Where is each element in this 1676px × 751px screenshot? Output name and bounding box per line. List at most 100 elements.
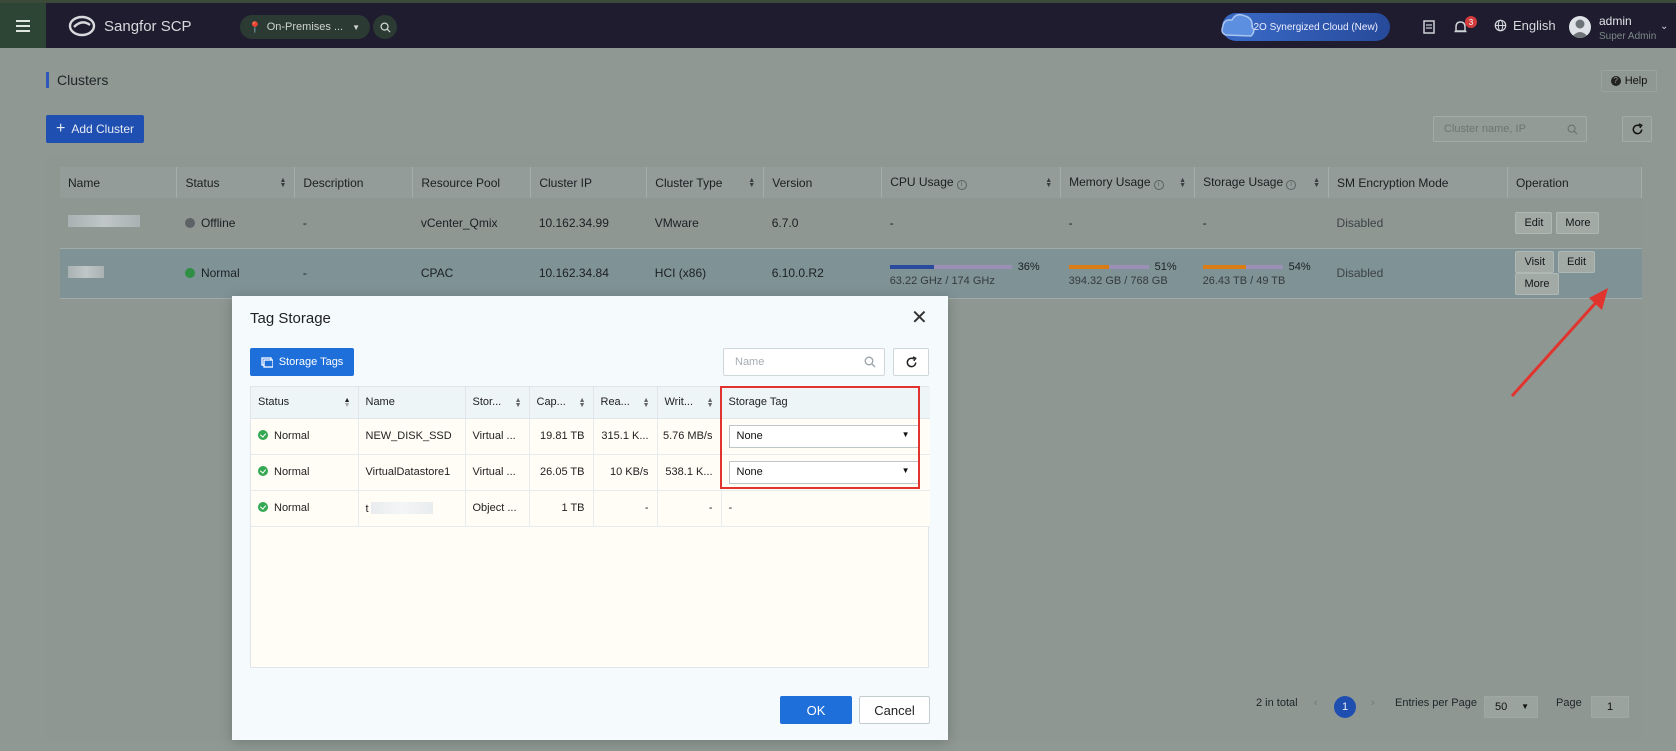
refresh-button[interactable] [893,348,929,376]
cancel-button[interactable]: Cancel [859,696,930,724]
write-cell: - [657,490,722,527]
col-status[interactable]: Status ▲ ▼ [176,167,296,198]
info-icon[interactable]: i [956,180,967,190]
avatar[interactable] [1569,16,1591,38]
name-search-input[interactable]: Name [723,348,885,376]
col-name[interactable]: Name [60,167,178,198]
storage-tag-cell: None ▼ [721,418,930,455]
sort-icon[interactable]: ▲ ▼ [579,397,586,409]
sort-icon[interactable]: ▲ ▼ [748,177,755,189]
table-row[interactable]: Normal - CPAC 10.162.34.84 HCI (x86) 6.1… [60,248,1642,299]
status-cell: Normal [251,418,359,455]
sort-icon[interactable]: ▲ ▼ [1045,177,1052,189]
tag-icon [261,356,273,368]
sort-icon[interactable]: ▲ ▼ [279,177,286,189]
col-storage-type[interactable]: Stor... ▲ ▼ [465,387,530,419]
annotation-arrow-icon [1510,288,1608,398]
col-memory-usage[interactable]: Memory Usage i ▲ ▼ [1060,167,1196,198]
table-row[interactable]: Offline - vCenter_Qmix 10.162.34.99 VMwa… [60,198,1642,249]
add-cluster-label: Add Cluster [71,122,135,136]
visit-button[interactable]: Visit [1515,251,1555,273]
col-storage-usage[interactable]: Storage Usage i ▲ ▼ [1194,167,1330,198]
write-cell: 5.76 MB/s [657,418,722,455]
cluster-ip-cell: 10.162.34.99 [530,198,647,249]
entries-per-page-label: Entries per Page [1395,697,1477,709]
environment-selector[interactable]: 📍 On-Premises ... ▼ [240,15,371,39]
storage-tag-cell: None ▼ [721,454,930,491]
o2o-cloud-button[interactable]: O2O Synergized Cloud (New) [1221,13,1390,41]
storage-tag-select[interactable]: None ▼ [728,424,919,448]
cloud-badge-icon [1221,13,1255,37]
page-number-input[interactable]: 1 [1591,696,1629,718]
ok-button[interactable]: OK [780,696,852,724]
cluster-ip-cell: 10.162.34.84 [530,248,647,299]
page-1-button[interactable]: 1 [1334,696,1356,718]
cpu-cell: - [881,198,1061,249]
clusters-table: Name Status ▲ ▼ Description Resource Pool … [60,167,1643,299]
entries-per-page-select[interactable]: 50 ▼ [1484,696,1538,718]
check-circle-icon [258,430,268,440]
more-button[interactable]: More [1556,211,1600,234]
next-page-icon[interactable]: › [1371,697,1375,709]
col-write[interactable]: Writ... ▲ ▼ [657,387,722,419]
info-icon[interactable]: i [1286,180,1297,190]
col-capacity[interactable]: Cap... ▲ ▼ [529,387,594,419]
cpu-usage-bar [889,264,1012,269]
top-bar: Sangfor SCP 📍 On-Premises ... ▼ O2O Syne… [0,0,1676,48]
storage-tag-select[interactable]: None ▼ [728,460,919,484]
storage-cell: - [1194,198,1329,249]
question-icon: ? [1610,76,1621,86]
name-cell: VirtualDatastore1 [358,454,466,491]
storage-table-container: Status ▲ ▼ Name Stor... ▲ ▼ Cap... ▲ ▼ Rea... ▲… [250,386,930,668]
sort-icon[interactable]: ▲ ▼ [344,397,351,409]
close-icon[interactable]: ✕ [911,308,928,328]
user-role: Super Admin [1599,31,1657,42]
sort-icon[interactable]: ▲ ▼ [1179,177,1186,189]
user-name[interactable]: admin [1599,14,1632,28]
language-selector[interactable]: English [1494,18,1556,33]
add-cluster-button[interactable]: + Add Cluster [46,115,144,143]
page-title: Clusters [46,72,108,88]
check-circle-icon [258,502,268,512]
sort-icon[interactable]: ▲ ▼ [515,397,522,409]
refresh-icon [1632,122,1643,134]
hamburger-menu-button[interactable] [0,3,46,48]
chevron-down-icon[interactable]: ⌄ [1660,21,1668,32]
sort-icon[interactable]: ▲ ▼ [1313,177,1320,189]
col-operation: Operation [1507,167,1643,198]
sort-icon[interactable]: ▲ ▼ [643,397,650,409]
redacted-name [370,501,433,514]
global-search-button[interactable] [373,15,397,39]
info-icon[interactable]: i [1153,180,1164,190]
col-version: Version [763,167,883,198]
col-cluster-type[interactable]: Cluster Type ▲ ▼ [646,167,765,198]
cluster-type-cell: VMware [646,198,764,249]
col-storage-tag: Storage Tag [721,387,930,419]
table-row[interactable]: Normal t Object ... 1 TB - - - [251,490,930,527]
table-row[interactable]: Normal VirtualDatastore1 Virtual ... 26.… [251,454,930,491]
help-button[interactable]: ? Help [1601,70,1657,92]
prev-page-icon[interactable]: ‹ [1314,697,1318,709]
col-sm-encryption: SM Encryption Mode [1328,167,1508,198]
col-status[interactable]: Status ▲ ▼ [251,387,359,419]
capacity-cell: 1 TB [529,490,594,527]
tasks-icon[interactable] [1420,18,1438,36]
status-cell: Offline [176,198,295,249]
table-row[interactable]: Normal NEW_DISK_SSD Virtual ... 19.81 TB… [251,418,930,455]
col-cpu-usage[interactable]: CPU Usage i ▲ ▼ [881,167,1062,198]
sort-icon[interactable]: ▲ ▼ [707,397,714,409]
name-placeholder: Name [735,356,765,368]
edit-button[interactable]: Edit [1515,211,1553,234]
cpu-detail: 63.22 GHz / 174 GHz [889,275,995,287]
brand[interactable]: Sangfor SCP [68,14,192,38]
version-cell: 6.10.0.R2 [763,248,882,299]
cluster-refresh-button[interactable] [1622,116,1652,142]
name-cell: t [358,490,466,527]
memory-percent: 51% [1154,261,1177,273]
edit-button[interactable]: Edit [1558,251,1596,273]
storage-tags-button[interactable]: Storage Tags [250,348,354,376]
caret-down-icon: ▼ [352,22,361,32]
col-read[interactable]: Rea... ▲ ▼ [593,387,658,419]
cluster-search-input[interactable]: Cluster name, IP [1433,116,1587,142]
read-cell: 315.1 K... [593,418,658,455]
